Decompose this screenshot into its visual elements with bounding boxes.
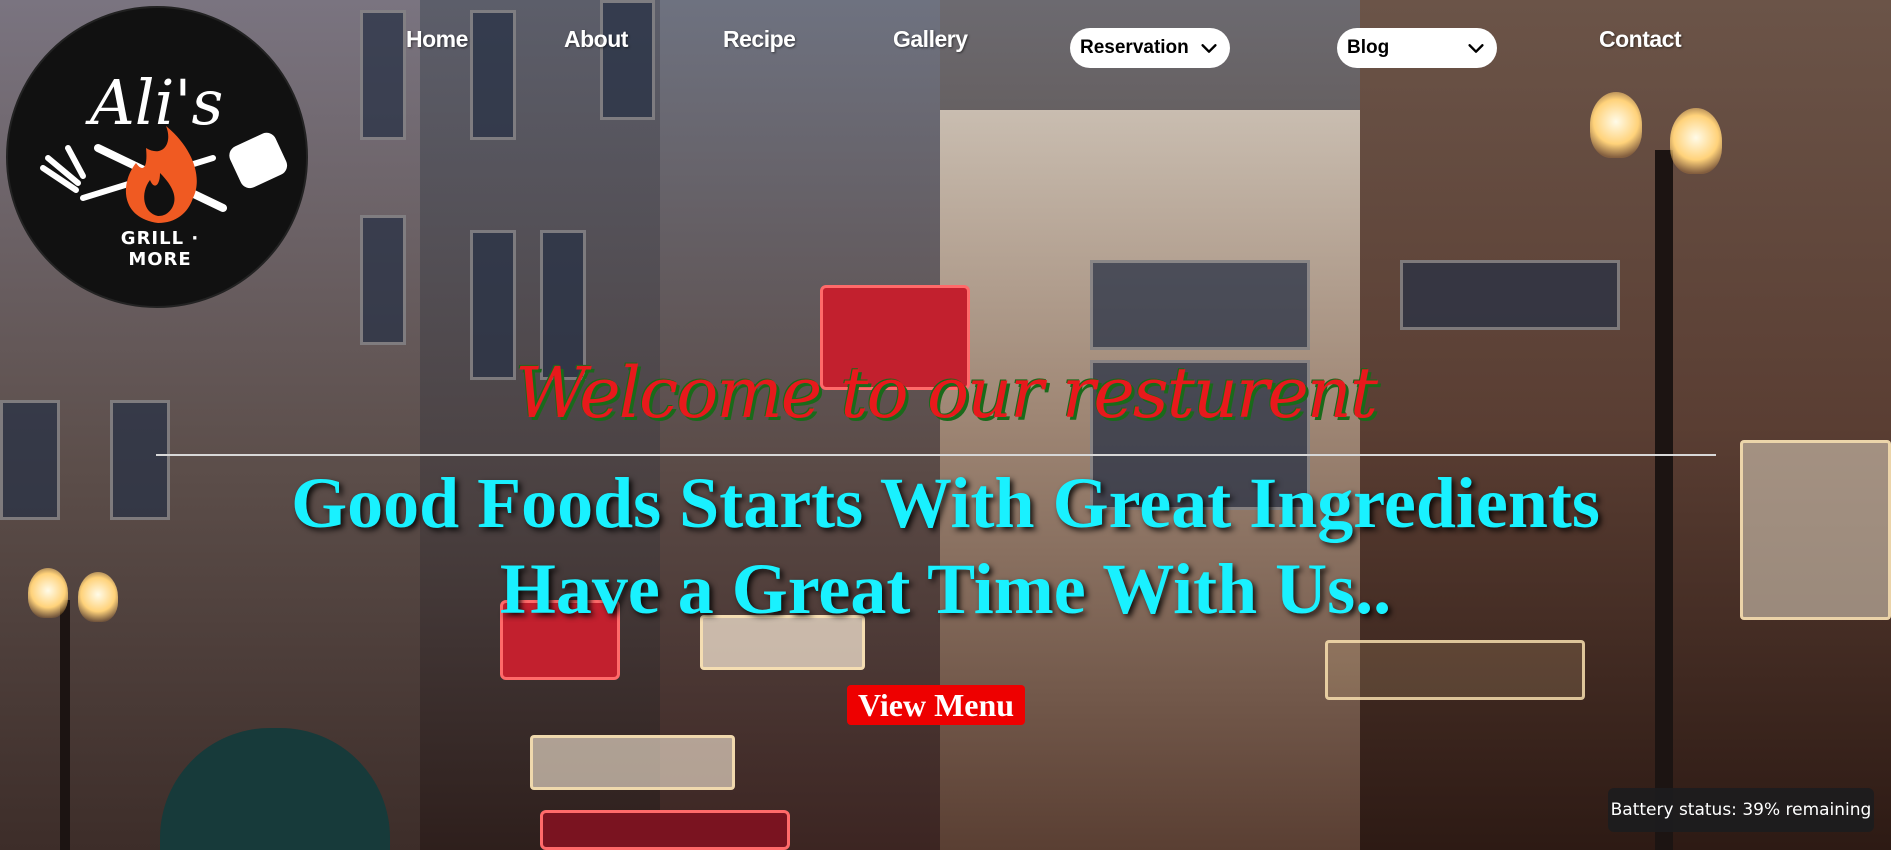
nav-recipe-link[interactable]: Recipe — [723, 26, 796, 53]
nav-contact-link[interactable]: Contact — [1599, 26, 1682, 53]
battery-status-toast: Battery status: 39% remaining — [1608, 788, 1874, 832]
nav-reservation-dropdown[interactable]: Reservation — [1070, 28, 1230, 68]
nav-about-link[interactable]: About — [564, 26, 628, 53]
hero-divider — [156, 454, 1716, 456]
chevron-down-icon — [1201, 44, 1217, 53]
hero-headline-line-2: Have a Great Time With Us.. — [499, 549, 1392, 629]
nav-gallery-link[interactable]: Gallery — [893, 26, 968, 53]
reservation-dropdown-label: Reservation — [1080, 37, 1189, 58]
blog-dropdown-label: Blog — [1347, 37, 1390, 58]
nav-blog-dropdown[interactable]: Blog — [1337, 28, 1497, 68]
hero-headline-line-1: Good Foods Starts With Great Ingredients — [291, 463, 1600, 543]
logo-tagline-text: GRILL · MORE — [120, 228, 200, 270]
site-logo[interactable]: Ali's GRILL · MORE — [6, 6, 308, 308]
chevron-down-icon — [1468, 44, 1484, 53]
nav-home-link[interactable]: Home — [406, 26, 468, 53]
welcome-heading: Welcome to our resturent — [514, 352, 1378, 434]
logo-brand-text: Ali's — [90, 66, 224, 139]
view-menu-button[interactable]: View Menu — [847, 685, 1025, 725]
